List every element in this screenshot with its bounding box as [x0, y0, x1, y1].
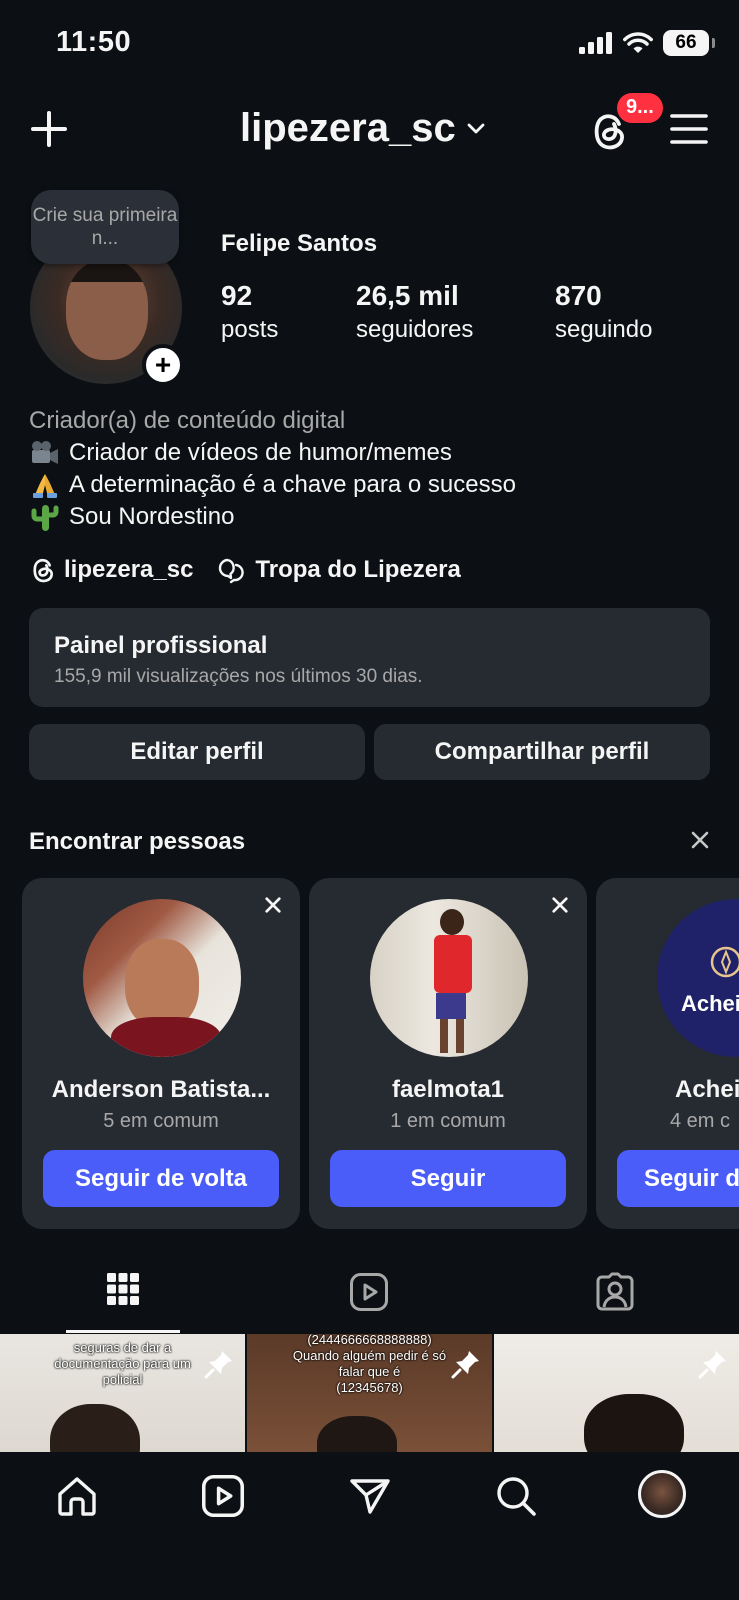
suggestion-name[interactable]: faelmota1 — [309, 1076, 587, 1104]
notification-badge: 9... — [617, 93, 663, 123]
movie-camera-emoji-icon — [29, 439, 61, 467]
suggestion-avatar[interactable]: Achei — [657, 899, 739, 1057]
cactus-emoji-icon — [29, 503, 61, 531]
reels-icon — [201, 1474, 245, 1518]
status-icons: 66 — [579, 30, 715, 56]
professional-dashboard[interactable]: Painel profissional 155,9 mil visualizaç… — [29, 608, 710, 707]
signal-icon — [579, 32, 612, 54]
grid-icon — [107, 1273, 139, 1305]
note-bubble[interactable]: Crie sua primeira n... — [31, 190, 179, 264]
add-story-button[interactable]: + — [142, 344, 184, 386]
tab-grid[interactable] — [0, 1272, 246, 1334]
nav-messages[interactable] — [348, 1474, 392, 1518]
create-post-button[interactable] — [30, 110, 68, 148]
share-profile-button[interactable]: Compartilhar perfil — [374, 724, 710, 780]
followers-label[interactable]: seguidores — [356, 316, 473, 344]
edit-profile-button[interactable]: Editar perfil — [29, 724, 365, 780]
reels-icon — [350, 1273, 388, 1311]
close-suggestions-button[interactable] — [690, 830, 710, 850]
display-name: Felipe Santos — [221, 230, 378, 257]
dashboard-subtitle: 155,9 mil visualizações nos últimos 30 d… — [54, 666, 423, 687]
chevron-down-icon — [467, 123, 485, 133]
grid-post[interactable]: seguras de dar a documentação para um po… — [0, 1334, 245, 1452]
following-label[interactable]: seguindo — [555, 316, 652, 344]
dismiss-suggestion-button[interactable] — [264, 896, 282, 914]
plus-icon: + — [154, 349, 172, 380]
suggestion-name[interactable]: Anderson Batista... — [22, 1076, 300, 1104]
pin-icon — [204, 1351, 232, 1379]
bottom-navigation — [0, 1452, 739, 1600]
search-icon — [497, 1477, 536, 1516]
nav-profile-avatar[interactable] — [638, 1470, 686, 1518]
follow-button[interactable]: Seguir — [330, 1150, 566, 1207]
bio-line: Sou Nordestino — [29, 501, 516, 533]
menu-button[interactable] — [670, 113, 708, 145]
bio-line: Criador de vídeos de humor/memes — [29, 437, 516, 469]
category-label: Criador(a) de conteúdo digital — [29, 407, 346, 434]
bio-line: A determinação é a chave para o sucesso — [29, 469, 516, 501]
follow-button[interactable]: Seguir d — [617, 1150, 739, 1207]
nav-search[interactable] — [494, 1474, 538, 1518]
pin-icon — [698, 1351, 726, 1379]
status-time: 11:50 — [56, 26, 132, 58]
praying-hands-emoji-icon — [29, 471, 61, 499]
threads-link[interactable]: lipezera_sc — [64, 556, 193, 584]
channel-link[interactable]: Tropa do Lipezera — [255, 556, 460, 584]
send-icon — [350, 1479, 390, 1514]
bio-text: Criador de vídeos de humor/memes — [69, 439, 452, 466]
post-grid: seguras de dar a documentação para um po… — [0, 1334, 739, 1452]
close-icon — [691, 831, 709, 849]
profile-links: lipezera_sc Tropa do Lipezera — [30, 556, 461, 584]
username-title: lipezera_sc — [240, 106, 456, 150]
profile-tabs — [0, 1272, 739, 1334]
pin-icon — [451, 1351, 479, 1379]
tab-reels[interactable] — [246, 1272, 492, 1334]
close-icon — [265, 897, 281, 913]
home-icon — [58, 1477, 96, 1516]
posts-label[interactable]: posts — [221, 316, 278, 344]
following-count[interactable]: 870 — [555, 280, 602, 312]
suggestion-card[interactable]: Anderson Batista... 5 em comum Seguir de… — [22, 878, 300, 1229]
active-tab-indicator — [66, 1330, 180, 1333]
bio-text: A determinação é a chave para o sucesso — [69, 471, 516, 498]
grid-post[interactable] — [494, 1334, 739, 1452]
nav-reels[interactable] — [201, 1474, 245, 1518]
tab-tagged[interactable] — [492, 1272, 738, 1334]
follow-back-button[interactable]: Seguir de volta — [43, 1150, 279, 1207]
suggestion-logo-text: Achei — [681, 991, 739, 1016]
bio: Criador(a) de conteúdo digital Criador d… — [29, 405, 516, 533]
dismiss-suggestion-button[interactable] — [551, 896, 569, 914]
plus-icon — [31, 111, 67, 147]
wifi-icon — [623, 32, 653, 53]
tagged-person-icon — [596, 1272, 634, 1311]
bio-text: Sou Nordestino — [69, 503, 235, 530]
broadcast-channel-icon — [219, 558, 245, 584]
suggestions-title: Encontrar pessoas — [29, 828, 246, 855]
suggestion-card[interactable]: Achei Achei 4 em c Seguir d — [596, 878, 739, 1229]
compass-logo-icon — [710, 946, 739, 978]
account-switcher[interactable]: lipezera_sc — [240, 106, 486, 151]
grid-post[interactable]: (2444666668888888) Quando alguém pedir é… — [247, 1334, 492, 1452]
mutual-count: 1 em comum — [390, 1110, 506, 1132]
avatar-photo — [66, 260, 148, 360]
threads-icon — [33, 558, 53, 583]
nav-home[interactable] — [55, 1474, 99, 1518]
dashboard-title: Painel profissional — [54, 632, 268, 659]
suggestion-avatar[interactable] — [370, 899, 528, 1057]
mutual-count: 4 em c — [670, 1110, 731, 1132]
hamburger-menu-icon — [670, 114, 708, 144]
posts-count[interactable]: 92 — [221, 280, 252, 312]
suggestion-name[interactable]: Achei — [675, 1076, 739, 1104]
mutual-count: 5 em comum — [103, 1110, 219, 1132]
suggestion-card[interactable]: faelmota1 1 em comum Seguir — [309, 878, 587, 1229]
close-icon — [552, 897, 568, 913]
followers-count[interactable]: 26,5 mil — [356, 280, 459, 312]
suggestion-avatar[interactable] — [83, 899, 241, 1057]
battery-indicator: 66 — [663, 30, 715, 56]
